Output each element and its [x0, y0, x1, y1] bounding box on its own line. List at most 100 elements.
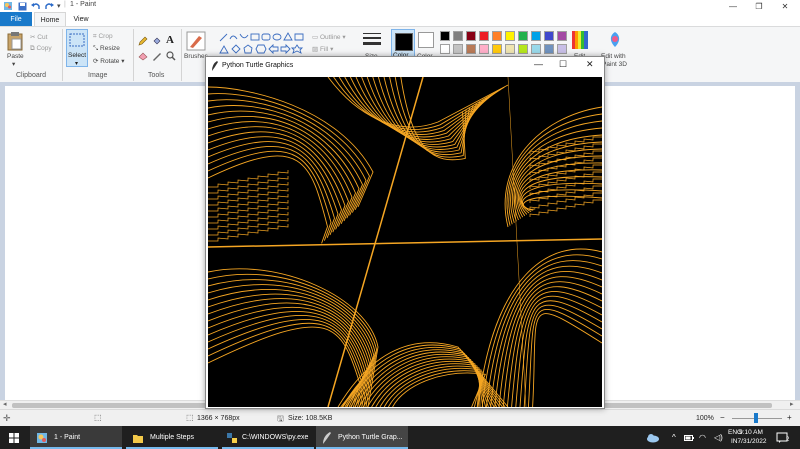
palette-swatch[interactable] [466, 31, 476, 41]
paste-icon [7, 32, 23, 51]
paint-canvas-right[interactable] [600, 86, 795, 404]
turtle-stroke [389, 77, 470, 156]
taskbar-item-paint[interactable]: 1 - Paint [30, 426, 122, 449]
palette-swatch[interactable] [479, 44, 489, 54]
turtle-title-bar[interactable]: Python Turtle Graphics — ☐ ✕ [206, 57, 604, 75]
palette-swatch[interactable] [440, 44, 450, 54]
paint-title-bar: ▾ | 1 - Paint — ❐ ✕ [0, 0, 800, 12]
tab-home[interactable]: Home [34, 12, 66, 27]
palette-swatch[interactable] [557, 31, 567, 41]
paste-dropdown-icon[interactable]: ▾ [12, 60, 15, 68]
taskbar-item-py-exe[interactable]: C:\WINDOWS\py.exe [222, 426, 314, 449]
taskbar-item-turtle[interactable]: Python Turtle Grap... [316, 426, 408, 449]
paint-canvas[interactable] [5, 86, 210, 404]
taskbar-item-multiple-steps[interactable]: Multiple Steps [126, 426, 218, 449]
palette-swatch[interactable] [453, 31, 463, 41]
turtle-close-icon[interactable]: ✕ [586, 59, 594, 70]
tab-view[interactable]: View [66, 12, 96, 26]
restore-icon[interactable]: ❐ [746, 0, 772, 12]
shapes-gallery[interactable] [218, 31, 306, 57]
selection-size-icon: ⬚ [94, 413, 102, 422]
zoom-out-icon[interactable]: − [720, 413, 725, 422]
fill-bucket-icon[interactable] [152, 36, 162, 48]
wifi-icon[interactable]: ◠ [699, 426, 706, 449]
start-button[interactable] [0, 426, 28, 449]
pencil-icon[interactable] [138, 36, 148, 48]
palette-swatch[interactable] [492, 44, 502, 54]
clock-date[interactable]: 7/31/2022 [734, 437, 770, 446]
eraser-icon[interactable] [138, 51, 148, 63]
divider [181, 29, 182, 81]
palette-swatch[interactable] [479, 31, 489, 41]
minimize-icon[interactable]: — [720, 0, 746, 12]
outline-button[interactable]: ▭ Outline ▾ [312, 33, 346, 41]
zoom-level: 100% [696, 415, 714, 422]
battery-icon[interactable] [684, 426, 694, 449]
rotate-button[interactable]: ⟳ Rotate ▾ [93, 57, 125, 65]
turtle-stroke [361, 77, 488, 143]
canvas-dimensions: 1366 × 768px [197, 415, 240, 422]
palette-swatch[interactable] [466, 44, 476, 54]
turtle-canvas [208, 77, 602, 407]
turtle-stroke [394, 77, 467, 158]
scroll-left-icon[interactable]: ◂ [3, 400, 7, 408]
turtle-maximize-icon[interactable]: ☐ [559, 59, 567, 70]
feather-icon [323, 431, 331, 444]
weather-icon[interactable] [646, 426, 660, 449]
close-icon[interactable]: ✕ [772, 0, 798, 12]
palette-swatch[interactable] [531, 44, 541, 54]
brushes-button[interactable] [186, 31, 206, 53]
palette-swatch[interactable] [544, 31, 554, 41]
paste-label: Paste [7, 53, 24, 60]
rainbow-icon [572, 31, 588, 49]
turtle-stroke [208, 110, 360, 219]
scroll-right-icon[interactable]: ▸ [790, 400, 794, 408]
palette-swatch[interactable] [544, 44, 554, 54]
text-icon[interactable]: A [166, 34, 174, 46]
cut-button[interactable]: ✂ Cut [30, 33, 47, 41]
save-icon[interactable] [18, 1, 27, 11]
notification-count: 2 [786, 437, 790, 443]
turtle-drawing [208, 77, 602, 407]
quick-access-dropdown-icon[interactable]: ▾ [57, 1, 61, 11]
palette-swatch[interactable] [531, 31, 541, 41]
turtle-stroke [522, 189, 602, 211]
turtle-graphics-window[interactable]: Python Turtle Graphics — ☐ ✕ [205, 56, 605, 409]
paint3d-icon [610, 32, 620, 47]
select-button[interactable]: Select ▾ [66, 29, 88, 67]
zoom-slider-thumb[interactable] [754, 413, 758, 423]
color2-swatch[interactable] [418, 32, 434, 48]
turtle-stroke [208, 115, 356, 222]
turtle-stroke [515, 295, 602, 407]
edit-colors-button[interactable] [572, 31, 588, 51]
turtle-stroke [392, 372, 486, 407]
palette-swatch[interactable] [440, 31, 450, 41]
canvas-size-icon: ⬚ [186, 413, 194, 422]
turtle-stroke [208, 105, 363, 216]
volume-icon[interactable]: ◁) [714, 426, 723, 449]
resize-button[interactable]: ⤡ Resize [93, 45, 120, 53]
tab-file[interactable]: File [0, 12, 32, 26]
fill-button[interactable]: ▨ Fill ▾ [312, 45, 333, 53]
color-picker-icon[interactable] [152, 51, 162, 63]
palette-swatch[interactable] [453, 44, 463, 54]
palette-swatch[interactable] [492, 31, 502, 41]
palette-swatch[interactable] [505, 31, 515, 41]
palette-swatch[interactable] [518, 44, 528, 54]
paint3d-button[interactable] [607, 31, 623, 51]
turtle-minimize-icon[interactable]: — [534, 59, 543, 69]
palette-swatch[interactable] [505, 44, 515, 54]
size-button[interactable] [362, 31, 382, 51]
copy-button[interactable]: ⧉ Copy [30, 45, 52, 53]
paste-button[interactable] [6, 31, 24, 53]
undo-icon[interactable] [31, 1, 41, 11]
palette-swatch[interactable] [518, 31, 528, 41]
crop-button[interactable]: ⌗ Crop [93, 33, 113, 41]
show-hidden-icons[interactable]: ^ [672, 426, 676, 449]
zoom-in-icon[interactable]: + [787, 413, 792, 422]
folder-icon [133, 434, 143, 443]
magnifier-icon[interactable] [166, 51, 176, 63]
palette-swatch[interactable] [557, 44, 567, 54]
redo-icon[interactable] [44, 1, 54, 11]
clock-time[interactable]: 9:10 AM [737, 428, 765, 437]
